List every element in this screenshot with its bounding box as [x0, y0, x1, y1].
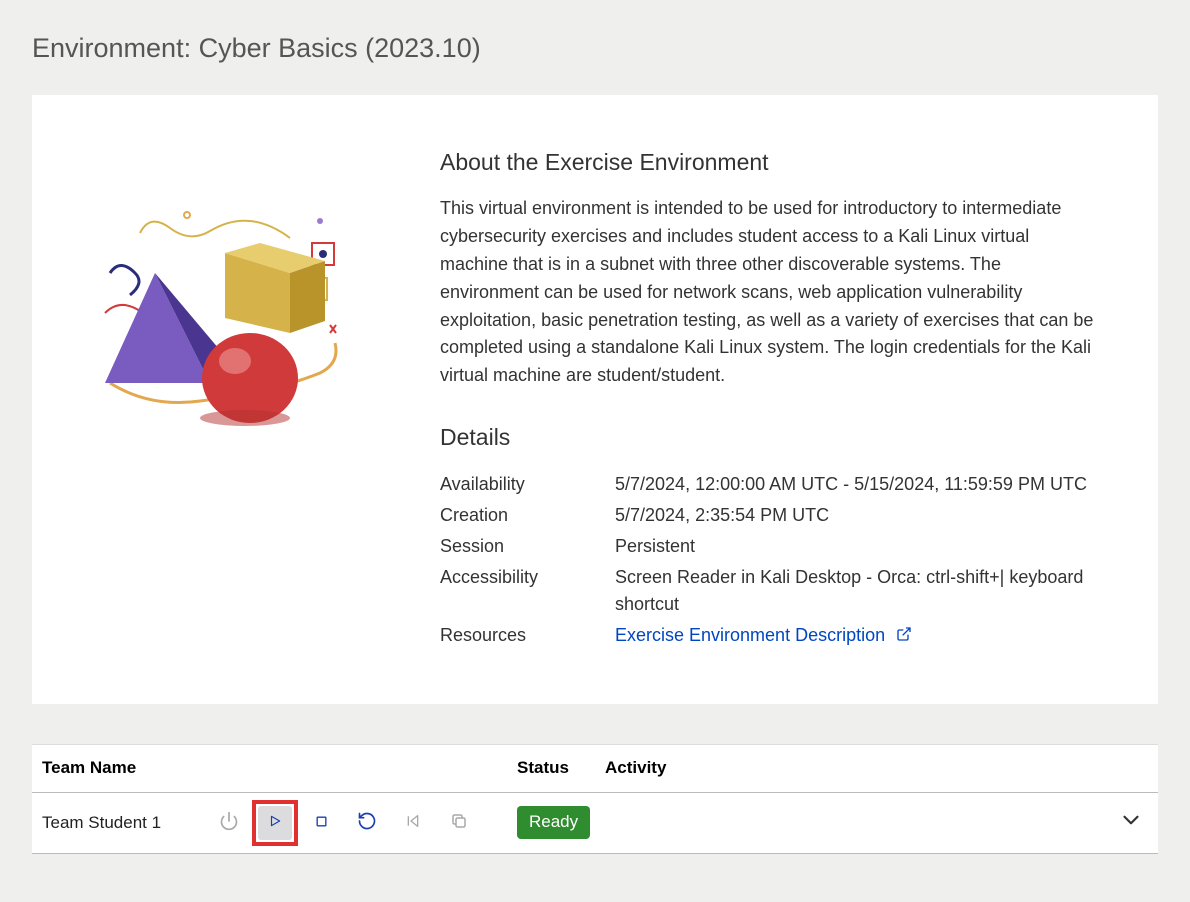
detail-value-creation: 5/7/2024, 2:35:54 PM UTC [615, 502, 1100, 529]
power-button[interactable] [212, 806, 246, 840]
th-activity: Activity [605, 755, 1088, 781]
play-highlight-frame [258, 806, 292, 840]
decorative-illustration [90, 145, 400, 654]
detail-label-availability: Availability [440, 471, 615, 498]
resources-link[interactable]: Exercise Environment Description [615, 625, 885, 645]
team-row: Team Student 1 [32, 793, 1158, 854]
about-heading: About the Exercise Environment [440, 145, 1100, 180]
status-badge: Ready [517, 806, 590, 839]
play-icon [268, 814, 282, 831]
th-status: Status [517, 755, 605, 781]
th-team-name: Team Name [42, 755, 212, 781]
chevron-down-icon [1118, 807, 1144, 836]
about-text: This virtual environment is intended to … [440, 195, 1100, 390]
skip-back-button[interactable] [396, 806, 430, 840]
detail-label-creation: Creation [440, 502, 615, 529]
team-name-cell: Team Student 1 [42, 810, 212, 836]
copy-button[interactable] [442, 806, 476, 840]
detail-label-resources: Resources [440, 622, 615, 649]
page-title: Environment: Cyber Basics (2023.10) [32, 28, 1158, 69]
stop-button[interactable] [304, 806, 338, 840]
detail-value-accessibility: Screen Reader in Kali Desktop - Orca: ct… [615, 564, 1100, 618]
detail-label-session: Session [440, 533, 615, 560]
stop-icon [315, 815, 328, 831]
teams-panel: Team Name Status Activity Team Student 1 [32, 744, 1158, 854]
details-table: Availability 5/7/2024, 12:00:00 AM UTC -… [440, 471, 1100, 650]
info-card: About the Exercise Environment This virt… [32, 95, 1158, 704]
copy-icon [450, 812, 468, 833]
detail-value-availability: 5/7/2024, 12:00:00 AM UTC - 5/15/2024, 1… [615, 471, 1100, 498]
details-heading: Details [440, 420, 1100, 455]
detail-value-session: Persistent [615, 533, 1100, 560]
external-link-icon [896, 626, 912, 646]
play-button[interactable] [258, 806, 292, 840]
expand-row-button[interactable] [1114, 805, 1148, 839]
detail-label-accessibility: Accessibility [440, 564, 615, 591]
skip-back-icon [405, 813, 421, 832]
restart-button[interactable] [350, 806, 384, 840]
power-icon [219, 811, 239, 834]
restart-icon [357, 811, 377, 834]
